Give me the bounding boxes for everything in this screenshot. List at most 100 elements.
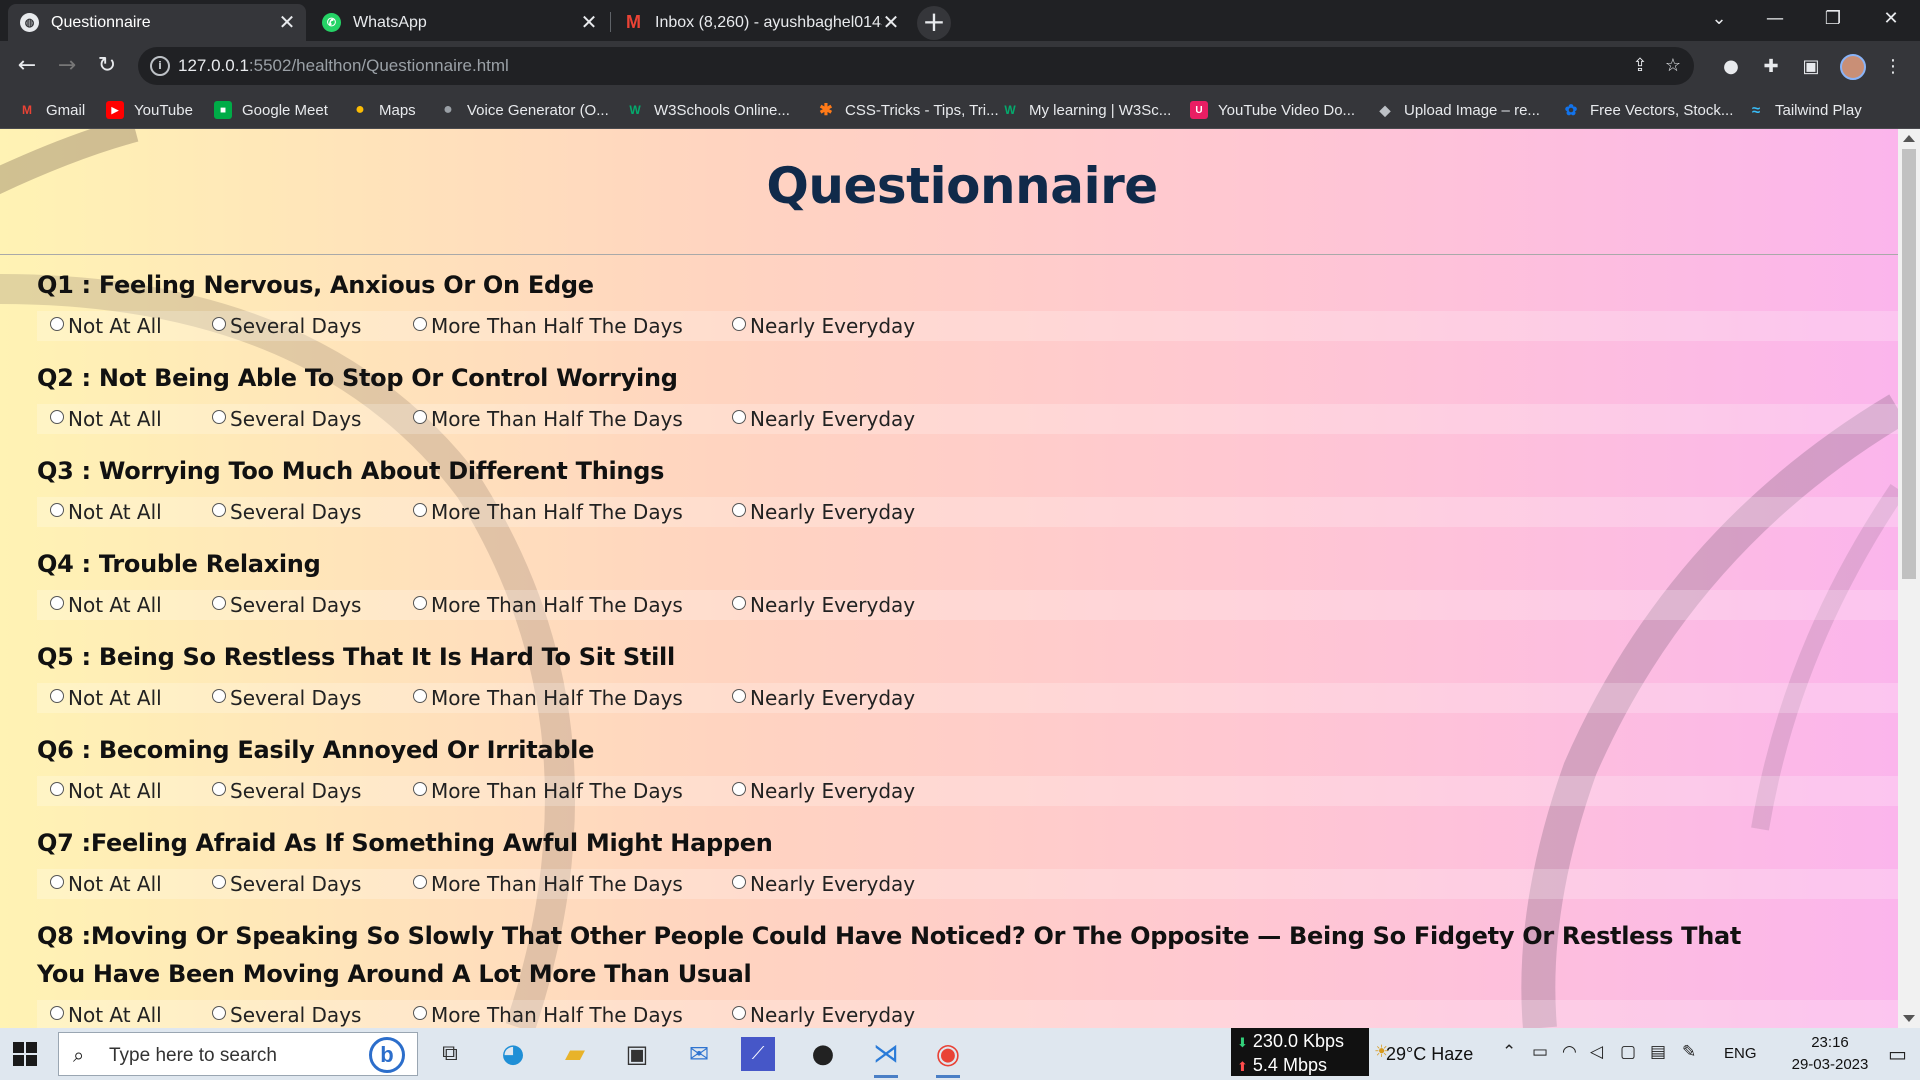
reload-icon[interactable]: ↻	[90, 49, 124, 83]
minimize-icon[interactable]: —	[1747, 0, 1803, 41]
option-not-at-all[interactable]: Not At All	[50, 869, 162, 899]
bookmark-freepik[interactable]: ✿ Free Vectors, Stock...	[1562, 99, 1734, 121]
close-icon[interactable]: ✕	[580, 13, 598, 33]
bookmark-w3schools[interactable]: W W3Schools Online...	[626, 99, 790, 121]
option-nearly-everyday[interactable]: Nearly Everyday	[732, 311, 915, 341]
weather-text[interactable]: 29°C Haze	[1386, 1044, 1473, 1065]
bookmark-voice-generator[interactable]: ● Voice Generator (O...	[439, 99, 609, 121]
radio-button[interactable]	[212, 782, 226, 796]
option-nearly-everyday[interactable]: Nearly Everyday	[732, 776, 915, 806]
profile-avatar[interactable]	[1840, 54, 1866, 80]
radio-button[interactable]	[732, 1006, 746, 1020]
radio-button[interactable]	[50, 410, 64, 424]
bookmark-google-meet[interactable]: ■ Google Meet	[214, 99, 328, 121]
bookmark-youtube-downloader[interactable]: U YouTube Video Do...	[1190, 99, 1355, 121]
option-several-days[interactable]: Several Days	[212, 776, 361, 806]
bookmark-star-icon[interactable]: ☆	[1660, 53, 1686, 79]
back-icon[interactable]: ←	[10, 49, 44, 83]
extensions-puzzle-icon[interactable]: ✚	[1758, 54, 1784, 80]
option-more-than-half[interactable]: More Than Half The Days	[413, 497, 683, 527]
chrome-icon[interactable]: ◉	[928, 1034, 968, 1078]
share-icon[interactable]: ⇪	[1627, 53, 1653, 79]
side-panel-icon[interactable]: ▣	[1798, 54, 1824, 80]
scroll-down-icon[interactable]	[1903, 1015, 1915, 1022]
option-more-than-half[interactable]: More Than Half The Days	[413, 590, 683, 620]
clock-date[interactable]: 29-03-2023	[1768, 1056, 1892, 1073]
radio-button[interactable]	[50, 1006, 64, 1020]
tab-gmail[interactable]: M Inbox (8,260) - ayushbaghel0143 ✕	[612, 4, 910, 41]
pen-icon[interactable]: ✎	[1682, 1042, 1696, 1062]
radio-button[interactable]	[732, 410, 746, 424]
radio-button[interactable]	[413, 875, 427, 889]
radio-button[interactable]	[732, 782, 746, 796]
option-more-than-half[interactable]: More Than Half The Days	[413, 404, 683, 434]
scrollbar-thumb[interactable]	[1902, 149, 1916, 579]
option-not-at-all[interactable]: Not At All	[50, 590, 162, 620]
edge-icon[interactable]: ◕	[493, 1034, 533, 1074]
meet-now-icon[interactable]: ▢	[1620, 1042, 1636, 1062]
radio-button[interactable]	[413, 596, 427, 610]
mail-icon[interactable]: ✉	[679, 1034, 719, 1074]
radio-button[interactable]	[413, 689, 427, 703]
display-icon[interactable]: ▤	[1650, 1042, 1666, 1062]
radio-button[interactable]	[50, 503, 64, 517]
restore-icon[interactable]: ❐	[1805, 0, 1861, 41]
option-nearly-everyday[interactable]: Nearly Everyday	[732, 404, 915, 434]
radio-button[interactable]	[50, 875, 64, 889]
bing-icon[interactable]: b	[369, 1037, 405, 1073]
menu-icon[interactable]: ⋮	[1880, 54, 1906, 80]
option-several-days[interactable]: Several Days	[212, 590, 361, 620]
new-tab-button[interactable]: +	[917, 6, 951, 40]
close-icon[interactable]: ✕	[882, 13, 900, 33]
radio-button[interactable]	[50, 782, 64, 796]
option-not-at-all[interactable]: Not At All	[50, 683, 162, 713]
option-not-at-all[interactable]: Not At All	[50, 497, 162, 527]
option-several-days[interactable]: Several Days	[212, 311, 361, 341]
taskbar-search-box[interactable]: ⌕ Type here to search b	[58, 1032, 418, 1076]
window-close-icon[interactable]: ✕	[1863, 0, 1919, 41]
radio-button[interactable]	[212, 317, 226, 331]
close-icon[interactable]: ✕	[278, 13, 296, 33]
option-more-than-half[interactable]: More Than Half The Days	[413, 1000, 683, 1028]
option-nearly-everyday[interactable]: Nearly Everyday	[732, 683, 915, 713]
scroll-up-icon[interactable]	[1903, 135, 1915, 142]
tab-whatsapp[interactable]: ✆ WhatsApp ✕	[310, 4, 608, 41]
file-explorer-icon[interactable]: ▰	[555, 1034, 595, 1074]
radio-button[interactable]	[732, 875, 746, 889]
radio-button[interactable]	[212, 410, 226, 424]
option-more-than-half[interactable]: More Than Half The Days	[413, 776, 683, 806]
option-not-at-all[interactable]: Not At All	[50, 776, 162, 806]
page-scrollbar[interactable]	[1898, 129, 1920, 1028]
radio-button[interactable]	[413, 317, 427, 331]
wifi-icon[interactable]: ◠	[1562, 1042, 1577, 1062]
forward-icon[interactable]: →	[50, 49, 84, 83]
radio-button[interactable]	[50, 317, 64, 331]
radio-button[interactable]	[212, 875, 226, 889]
tab-questionnaire[interactable]: ◍ Questionnaire ✕	[8, 4, 306, 41]
bookmark-gmail[interactable]: M Gmail	[18, 99, 85, 121]
windows-start-icon[interactable]	[13, 1042, 37, 1066]
option-more-than-half[interactable]: More Than Half The Days	[413, 683, 683, 713]
option-not-at-all[interactable]: Not At All	[50, 311, 162, 341]
radio-button[interactable]	[732, 689, 746, 703]
volume-icon[interactable]: ◁	[1590, 1042, 1603, 1062]
radio-button[interactable]	[413, 410, 427, 424]
radio-button[interactable]	[212, 1006, 226, 1020]
option-several-days[interactable]: Several Days	[212, 683, 361, 713]
radio-button[interactable]	[413, 782, 427, 796]
radio-button[interactable]	[732, 317, 746, 331]
bookmark-tailwind-play[interactable]: ≈ Tailwind Play	[1747, 99, 1862, 121]
vscode-icon[interactable]: ⋊	[866, 1034, 906, 1078]
option-several-days[interactable]: Several Days	[212, 497, 361, 527]
bookmark-maps[interactable]: ● Maps	[351, 99, 416, 121]
option-nearly-everyday[interactable]: Nearly Everyday	[732, 1000, 915, 1028]
address-bar[interactable]: i 127.0.0.1:5502/healthon/Questionnaire.…	[138, 47, 1694, 85]
notification-icon[interactable]: ▭	[1888, 1042, 1907, 1066]
radio-button[interactable]	[212, 689, 226, 703]
radio-button[interactable]	[732, 503, 746, 517]
option-not-at-all[interactable]: Not At All	[50, 1000, 162, 1028]
option-more-than-half[interactable]: More Than Half The Days	[413, 311, 683, 341]
radio-button[interactable]	[413, 503, 427, 517]
option-not-at-all[interactable]: Not At All	[50, 404, 162, 434]
battery-icon[interactable]: ▭	[1532, 1042, 1548, 1062]
